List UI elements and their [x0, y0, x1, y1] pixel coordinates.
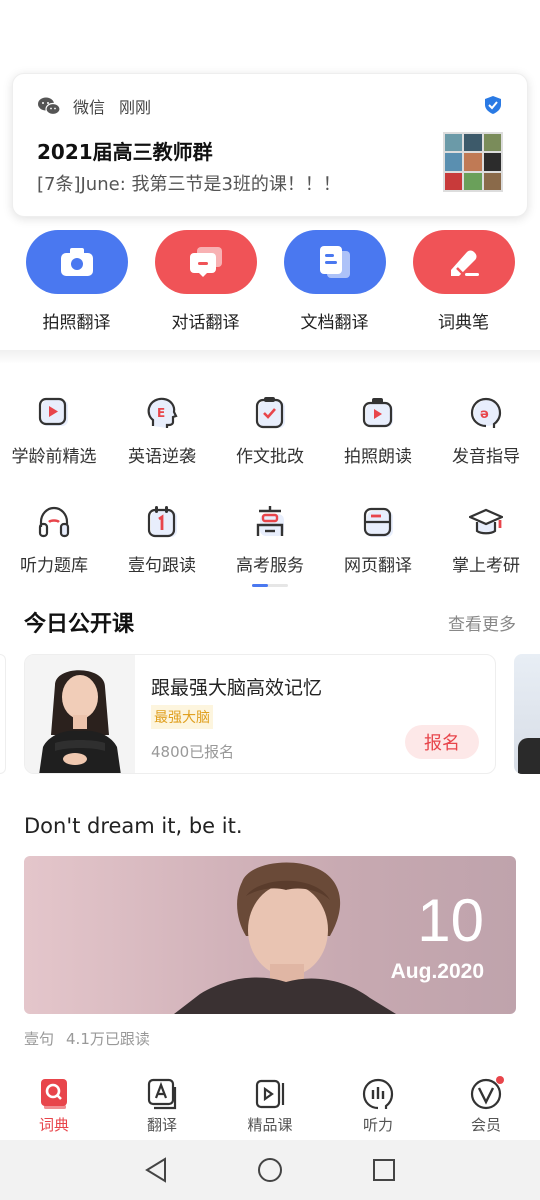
grid-label: 听力题库 — [20, 556, 88, 576]
bottom-tab-bar: 词典 翻译 精品课 听力 会员 — [0, 1068, 540, 1140]
grid-label: 壹句跟读 — [128, 556, 196, 576]
tab-course[interactable]: 精品课 — [216, 1068, 324, 1140]
dict-pen-button[interactable] — [412, 230, 515, 294]
gaokao-icon — [256, 506, 284, 536]
daily-followers: 4.1万已跟读 — [66, 1030, 150, 1048]
grid-label: 英语逆袭 — [128, 447, 196, 467]
course-title: 跟最强大脑高效记忆 — [151, 677, 323, 699]
notification-time: 刚刚 — [119, 98, 152, 117]
tab-label: 听力 — [362, 1116, 393, 1134]
camera-play-icon — [362, 398, 393, 428]
tab-vip[interactable]: 会员 — [432, 1068, 540, 1140]
dictionary-icon — [41, 1079, 67, 1109]
grid-label: 发音指导 — [452, 447, 520, 467]
wechat-icon — [38, 97, 61, 116]
grid-label: 高考服务 — [236, 556, 304, 576]
notification-app: 微信 刚刚 — [37, 94, 151, 118]
tab-dictionary[interactable]: 词典 — [0, 1068, 108, 1140]
banner-month-year: Aug.2020 — [390, 960, 484, 983]
listening-icon — [362, 1078, 394, 1110]
next-card-peek[interactable] — [514, 654, 540, 774]
grid-item-essay-correction[interactable]: 作文批改 — [216, 396, 324, 467]
doc-translate-button[interactable] — [283, 230, 386, 294]
recents-icon[interactable] — [371, 1157, 397, 1183]
grid-item-pronunciation[interactable]: ə 发音指导 — [432, 396, 540, 467]
tab-label: 精品课 — [247, 1116, 293, 1134]
grid-item-preschool[interactable]: 学龄前精选 — [0, 396, 108, 467]
head-e-icon: E — [147, 397, 178, 428]
tab-listening[interactable]: 听力 — [324, 1068, 432, 1140]
svg-text:E: E — [157, 406, 165, 420]
course-tag: 最强大脑 — [151, 705, 213, 729]
notification-dot — [496, 1076, 504, 1084]
course-icon — [255, 1079, 285, 1109]
divider — [0, 350, 540, 364]
group-avatar — [443, 132, 503, 192]
see-more-link[interactable]: 查看更多 — [448, 610, 516, 635]
wechat-notification[interactable]: 微信 刚刚 2021届高三教师群 [7条]June: 我第三节是3班的课！！！ — [12, 73, 528, 217]
tab-label: 翻译 — [146, 1116, 177, 1134]
daily-banner[interactable]: 10 Aug.2020 — [24, 856, 516, 1014]
notification-app-name: 微信 — [73, 98, 106, 117]
tool-label: 词典笔 — [438, 313, 489, 333]
notification-title: 2021届高三教师群 — [37, 140, 213, 164]
main-tools: 拍照翻译 对话翻译 文档翻译 词典笔 — [0, 230, 540, 333]
graduation-cap-icon — [469, 508, 503, 535]
grid-label: 作文批改 — [236, 447, 304, 467]
tool-dict-pen[interactable]: 词典笔 — [412, 230, 516, 333]
enroll-count: 4800已报名 — [151, 743, 235, 761]
prev-card-peek[interactable] — [0, 654, 6, 774]
chat-icon — [189, 247, 222, 277]
tool-label: 对话翻译 — [171, 313, 240, 333]
grid-item-english-comeback[interactable]: E 英语逆袭 — [108, 396, 216, 467]
tab-label: 会员 — [470, 1116, 501, 1134]
grid-label: 拍照朗读 — [344, 447, 412, 467]
tab-label: 词典 — [38, 1116, 69, 1134]
notification-message: [7条]June: 我第三节是3班的课！！！ — [37, 174, 341, 195]
tool-label: 拍照翻译 — [42, 313, 111, 333]
check-clipboard-icon — [255, 397, 285, 429]
verified-shield-icon — [485, 96, 501, 114]
pen-icon — [450, 250, 479, 276]
web-icon — [363, 507, 393, 537]
photo-translate-button[interactable] — [25, 230, 128, 294]
enroll-button[interactable]: 报名 — [405, 725, 479, 759]
course-card[interactable]: 跟最强大脑高效记忆 最强大脑 4800已报名 报名 — [24, 654, 496, 774]
grid-item-gaokao-service[interactable]: 高考服务 — [216, 505, 324, 576]
camera-icon — [60, 248, 93, 276]
home-icon[interactable] — [256, 1156, 284, 1184]
page-indicator — [252, 584, 288, 587]
system-nav-bar — [0, 1140, 540, 1200]
banner-day: 10 — [417, 887, 484, 954]
daily-quote: Don't dream it, be it. — [24, 814, 243, 838]
tool-photo-translate[interactable]: 拍照翻译 — [25, 230, 129, 333]
dialog-translate-button[interactable] — [154, 230, 257, 294]
grid-item-sentence-follow[interactable]: 壹句跟读 — [108, 505, 216, 576]
pronunciation-icon: ə — [470, 397, 502, 428]
tool-dialog-translate[interactable]: 对话翻译 — [154, 230, 258, 333]
translate-icon — [147, 1078, 177, 1110]
tool-doc-translate[interactable]: 文档翻译 — [283, 230, 387, 333]
back-icon[interactable] — [143, 1156, 169, 1184]
instructor-photo — [25, 655, 135, 773]
daily-meta: 壹句 4.1万已跟读 — [24, 1028, 150, 1049]
grid-label: 网页翻译 — [344, 556, 412, 576]
grid-item-photo-read[interactable]: 拍照朗读 — [324, 396, 432, 467]
tool-label: 文档翻译 — [300, 313, 369, 333]
grid-item-postgrad[interactable]: 掌上考研 — [432, 505, 540, 576]
headphones-icon — [38, 506, 70, 538]
play-video-icon — [38, 397, 68, 426]
daily-source: 壹句 — [24, 1030, 55, 1048]
document-icon — [319, 246, 350, 278]
section-title: 今日公开课 — [24, 612, 135, 637]
grid-item-web-translate[interactable]: 网页翻译 — [324, 505, 432, 576]
tab-translate[interactable]: 翻译 — [108, 1068, 216, 1140]
feature-grid: 学龄前精选 E 英语逆袭 作文批改 拍照朗读 ə 发音指导 听力题库 壹句跟读 … — [0, 396, 540, 576]
grid-item-listening-bank[interactable]: 听力题库 — [0, 505, 108, 576]
grid-label: 掌上考研 — [452, 556, 520, 576]
grid-label: 学龄前精选 — [11, 447, 97, 467]
calendar-one-icon — [147, 506, 177, 538]
svg-text:ə: ə — [480, 407, 489, 422]
